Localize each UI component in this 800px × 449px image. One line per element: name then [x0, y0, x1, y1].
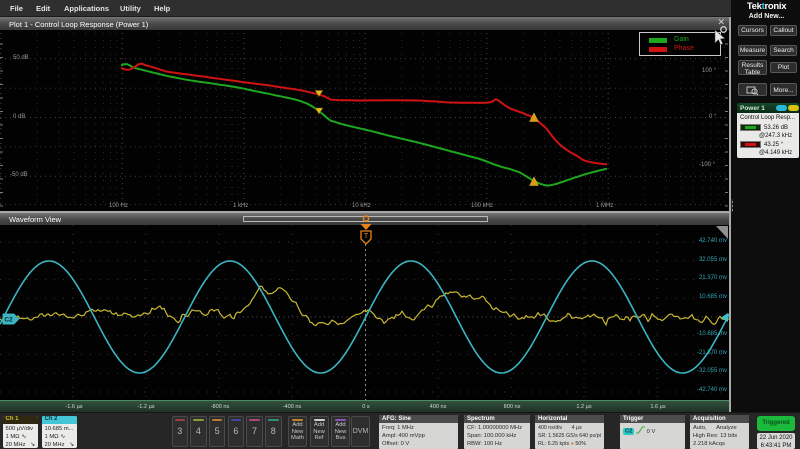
- svg-text:C2: C2: [4, 317, 13, 324]
